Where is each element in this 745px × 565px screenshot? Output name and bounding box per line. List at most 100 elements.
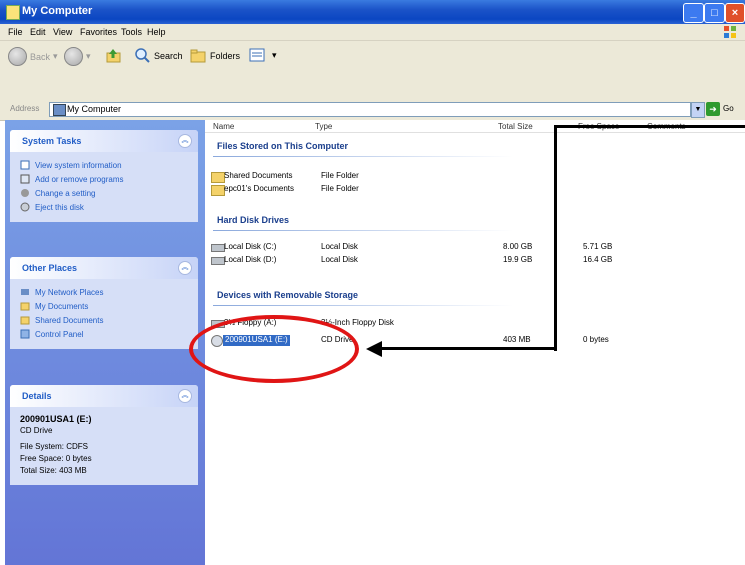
list-item[interactable]: Local Disk (C:) Local Disk 8.00 GB 5.71 … — [211, 242, 651, 254]
back-button[interactable]: Back ▾ — [8, 47, 58, 66]
info-icon — [20, 160, 30, 170]
item-type: File Folder — [321, 171, 359, 180]
item-total-size: 8.00 GB — [503, 242, 533, 251]
callout-arrow-icon — [366, 341, 382, 357]
minimize-button[interactable]: _ — [683, 3, 704, 23]
details-item-name: 200901USA1 (E:) — [20, 414, 92, 424]
address-dropdown-button[interactable]: ▼ — [691, 102, 705, 118]
address-field[interactable]: My Computer — [49, 102, 691, 117]
search-label: Search — [154, 50, 183, 61]
close-button[interactable]: × — [725, 3, 745, 23]
place-my-documents[interactable]: My Documents — [20, 299, 190, 313]
folder-icon — [211, 172, 225, 183]
item-type: File Folder — [321, 184, 359, 193]
folders-icon — [190, 49, 206, 63]
task-label: Eject this disk — [35, 202, 84, 212]
task-label: View system information — [35, 160, 122, 170]
details-title: Details — [22, 391, 52, 401]
task-view-system-info[interactable]: View system information — [20, 158, 190, 172]
callout-line-vertical — [554, 125, 557, 351]
my-computer-window: My Computer _ □ × File Edit View Favorit… — [0, 0, 745, 565]
column-total-size[interactable]: Total Size — [498, 122, 533, 131]
callout-line-top — [555, 125, 745, 128]
item-name: Local Disk (C:) — [224, 242, 277, 251]
forward-arrow-icon — [64, 47, 83, 66]
task-add-remove-programs[interactable]: Add or remove programs — [20, 172, 190, 186]
group-files-stored: Files Stored on This Computer — [217, 141, 349, 151]
place-label: My Documents — [35, 301, 89, 311]
system-tasks-header[interactable]: System Tasks ︽ — [10, 130, 198, 152]
my-computer-icon — [6, 5, 20, 20]
window-title: My Computer — [22, 5, 93, 17]
maximize-button[interactable]: □ — [704, 3, 725, 23]
details-total-size: Total Size: 403 MB — [20, 466, 87, 475]
menu-favorites[interactable]: Favorites — [80, 27, 117, 37]
go-arrow-icon[interactable]: ➜ — [706, 102, 720, 116]
search-icon — [135, 48, 150, 63]
details-file-system: File System: CDFS — [20, 442, 89, 451]
other-places-title: Other Places — [22, 263, 78, 273]
group-divider — [213, 305, 513, 306]
back-arrow-icon — [8, 47, 27, 66]
details-header[interactable]: Details ︽ — [10, 385, 198, 407]
system-tasks-panel: System Tasks ︽ View system information A… — [10, 130, 198, 222]
forward-button[interactable]: ▾ — [64, 47, 91, 66]
place-my-network-places[interactable]: My Network Places — [20, 285, 190, 299]
menu-help[interactable]: Help — [147, 27, 166, 37]
highlight-ellipse — [189, 315, 359, 383]
my-computer-small-icon — [53, 104, 66, 116]
shared-folder-icon — [20, 316, 30, 325]
group-divider — [213, 156, 513, 157]
item-free-space: 0 bytes — [583, 335, 609, 344]
column-name[interactable]: Name — [213, 122, 234, 131]
menu-view[interactable]: View — [53, 27, 72, 37]
search-button[interactable]: Search — [134, 47, 183, 64]
other-places-header[interactable]: Other Places ︽ — [10, 257, 198, 279]
place-control-panel[interactable]: Control Panel — [20, 327, 190, 341]
collapse-chevron-icon[interactable]: ︽ — [178, 134, 192, 148]
other-places-panel: Other Places ︽ My Network Places My Docu… — [10, 257, 198, 349]
menu-edit[interactable]: Edit — [30, 27, 46, 37]
item-type: Local Disk — [321, 242, 358, 251]
group-divider — [213, 230, 513, 231]
menu-tools[interactable]: Tools — [121, 27, 142, 37]
settings-icon — [21, 189, 29, 197]
folder-icon — [211, 185, 225, 196]
task-eject-disk[interactable]: Eject this disk — [20, 200, 190, 214]
system-tasks-title: System Tasks — [22, 136, 82, 146]
standard-toolbar: Back ▾ ▾ Search Folders ▾ — [0, 41, 745, 74]
folders-label: Folders — [210, 50, 241, 61]
views-icon — [249, 48, 265, 62]
menu-file[interactable]: File — [8, 27, 23, 37]
task-change-setting[interactable]: Change a setting — [20, 186, 190, 200]
hard-disk-icon — [211, 257, 225, 265]
item-free-space: 16.4 GB — [583, 255, 613, 264]
item-total-size: 19.9 GB — [503, 255, 533, 264]
hard-disk-icon — [211, 244, 225, 252]
place-label: Control Panel — [35, 329, 84, 339]
list-item[interactable]: Local Disk (D:) Local Disk 19.9 GB 16.4 … — [211, 255, 651, 267]
title-bar[interactable]: My Computer _ □ × — [0, 0, 745, 24]
back-label: Back — [30, 51, 51, 62]
callout-line-bottom — [382, 347, 557, 350]
up-folder-icon — [106, 49, 121, 63]
toolbar-spacer — [0, 73, 745, 99]
views-button[interactable]: ▾ — [249, 47, 277, 64]
details-item-type: CD Drive — [20, 426, 53, 435]
up-folder-button[interactable] — [105, 47, 122, 64]
windows-logo-icon — [724, 26, 736, 38]
item-name: Local Disk (D:) — [224, 255, 277, 264]
details-panel: Details ︽ 200901USA1 (E:) CD Drive File … — [10, 385, 198, 485]
go-label[interactable]: Go — [723, 104, 734, 113]
column-type[interactable]: Type — [315, 122, 332, 131]
collapse-chevron-icon[interactable]: ︽ — [178, 389, 192, 403]
folder-icon — [20, 302, 30, 311]
item-name: Shared Documents — [224, 171, 293, 180]
item-free-space: 5.71 GB — [583, 242, 613, 251]
folders-button[interactable]: Folders — [190, 47, 240, 64]
place-shared-documents[interactable]: Shared Documents — [20, 313, 190, 327]
collapse-chevron-icon[interactable]: ︽ — [178, 261, 192, 275]
task-pane: System Tasks ︽ View system information A… — [5, 120, 205, 565]
place-label: Shared Documents — [35, 315, 104, 325]
network-icon — [21, 289, 29, 295]
